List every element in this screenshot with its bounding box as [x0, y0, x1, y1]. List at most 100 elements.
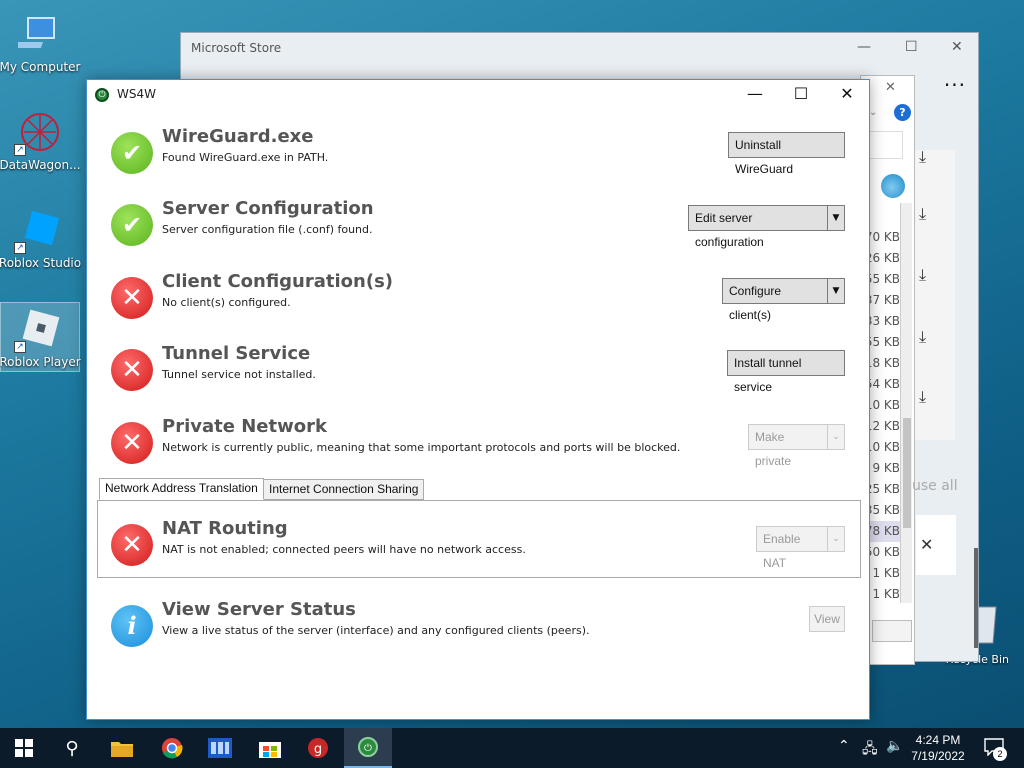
pause-all-label[interactable]: use all — [912, 478, 958, 494]
window-title: WS4W — [117, 87, 156, 101]
search-icon[interactable]: ⚲ — [48, 728, 96, 768]
row-description: NAT is not enabled; connected peers will… — [162, 543, 526, 556]
nat-routing-row: ✕ NAT Routing NAT is not enabled; connec… — [87, 518, 869, 578]
help-icon[interactable]: ? — [894, 104, 911, 121]
scrollbar-thumb[interactable] — [903, 418, 911, 528]
error-icon: ✕ — [111, 349, 153, 391]
download-icon[interactable]: ⤓ — [919, 265, 926, 285]
row-description: No client(s) configured. — [162, 296, 291, 309]
error-icon: ✕ — [111, 277, 153, 319]
maximize-icon[interactable]: ☐ — [779, 83, 823, 107]
roblox-player-icon: ↗ — [14, 307, 62, 353]
vertical-scrollbar[interactable] — [900, 203, 912, 603]
row-title: Private Network — [162, 416, 327, 437]
row-description: Found WireGuard.exe in PATH. — [162, 151, 329, 164]
chevron-down-icon[interactable]: ⌄ — [827, 526, 845, 552]
system-clock[interactable]: 4:24 PM 7/19/2022 — [902, 732, 974, 764]
chevron-down-icon[interactable]: ▼ — [827, 278, 845, 304]
tab-internet-connection-sharing[interactable]: Internet Connection Sharing — [263, 479, 425, 500]
roblox-studio-icon: ↗ — [14, 208, 62, 254]
dashboard-icon[interactable] — [196, 728, 244, 768]
chevron-down-icon[interactable]: ⌄ — [869, 107, 877, 118]
more-options-icon[interactable]: ··· — [944, 73, 966, 97]
close-icon[interactable]: ✕ — [885, 80, 896, 95]
ws4w-app-icon: ⏻ — [95, 88, 109, 102]
shell-icon — [881, 174, 905, 198]
check-icon: ✔ — [111, 132, 153, 174]
desktop-icon-my-computer[interactable]: My Computer — [0, 8, 80, 78]
uninstall-wireguard-button[interactable]: Uninstall WireGuard — [728, 132, 845, 176]
computer-icon — [10, 12, 62, 56]
row-title: WireGuard.exe — [162, 126, 314, 147]
close-icon[interactable]: ✕ — [825, 83, 869, 107]
view-server-status-row: i View Server Status View a live status … — [87, 599, 869, 659]
download-icon[interactable]: ⤓ — [919, 327, 926, 347]
chevron-up-icon[interactable]: ⌃ — [838, 738, 850, 754]
chevron-down-icon[interactable]: ⌄ — [827, 424, 845, 450]
taskbar: ⚲ g ⏻ ⌃ 🖧 🔈 4:24 PM 7/19/2022 2 — [0, 728, 1024, 768]
desktop-icon-label: DataWagon... — [0, 158, 81, 172]
notification-center-icon[interactable]: 2 — [984, 738, 1008, 761]
shortcut-arrow-icon: ↗ — [14, 341, 26, 353]
ws4w-window: ⏻ WS4W — ☐ ✕ ✔ WireGuard.exe Found WireG… — [86, 79, 870, 720]
row-title: Tunnel Service — [162, 343, 311, 364]
row-description: Server configuration file (.conf) found. — [162, 223, 373, 236]
svg-text:g: g — [314, 742, 322, 757]
view-button[interactable]: View — [809, 606, 845, 632]
desktop-icon-datawagon[interactable]: ↗ DataWagon... — [0, 106, 81, 176]
windows-icon — [15, 739, 33, 757]
maximize-icon[interactable]: ☐ — [905, 39, 918, 55]
store-window-title: Microsoft Store — [191, 41, 282, 55]
shortcut-arrow-icon: ↗ — [14, 144, 26, 156]
microsoft-store-icon[interactable] — [246, 728, 294, 768]
network-icon[interactable]: 🖧 — [862, 738, 878, 762]
scrollbar[interactable] — [974, 548, 978, 648]
download-icon[interactable]: ⤓ — [919, 147, 926, 167]
configure-clients-button[interactable]: Configure client(s) — [722, 278, 828, 322]
tunnel-service-row: ✕ Tunnel Service Tunnel service not inst… — [87, 343, 869, 403]
ws4w-taskbar-icon[interactable]: ⏻ — [344, 728, 392, 768]
edit-server-configuration-button[interactable]: Edit server configuration — [688, 205, 828, 249]
view-toggle[interactable] — [872, 620, 912, 642]
row-description: View a live status of the server (interf… — [162, 624, 590, 637]
chevron-down-icon[interactable]: ▼ — [827, 205, 845, 231]
start-button[interactable] — [0, 728, 48, 768]
row-description: Network is currently public, meaning tha… — [162, 441, 681, 454]
search-input[interactable] — [867, 131, 903, 159]
enable-nat-button[interactable]: Enable NAT — [756, 526, 828, 570]
tab-network-address-translation[interactable]: Network Address Translation — [99, 478, 264, 500]
datawagon-icon: ↗ — [14, 110, 62, 156]
row-title: View Server Status — [162, 599, 356, 620]
row-title: Server Configuration — [162, 198, 374, 219]
shortcut-arrow-icon: ↗ — [14, 242, 26, 254]
make-private-button[interactable]: Make private — [748, 424, 828, 468]
desktop-icon-roblox-studio[interactable]: ↗ Roblox Studio — [0, 204, 82, 274]
file-explorer-icon[interactable] — [98, 728, 146, 768]
chrome-icon[interactable] — [148, 728, 196, 768]
svg-text:⏻: ⏻ — [364, 743, 372, 754]
info-icon: i — [111, 605, 153, 647]
private-network-row: ✕ Private Network Network is currently p… — [87, 416, 869, 476]
red-app-icon[interactable]: g — [294, 728, 342, 768]
wireguard-row: ✔ WireGuard.exe Found WireGuard.exe in P… — [87, 126, 869, 186]
install-tunnel-service-button[interactable]: Install tunnel service — [727, 350, 845, 394]
client-configuration-row: ✕ Client Configuration(s) No client(s) c… — [87, 271, 869, 331]
title-bar[interactable]: ⏻ WS4W — ☐ ✕ — [87, 80, 869, 108]
row-title: Client Configuration(s) — [162, 271, 394, 292]
clock-time: 4:24 PM — [915, 733, 961, 747]
close-icon[interactable]: ✕ — [920, 535, 933, 554]
row-description: Tunnel service not installed. — [162, 368, 316, 381]
download-icon[interactable]: ⤓ — [919, 204, 926, 224]
desktop-icon-label: My Computer — [0, 60, 81, 74]
error-icon: ✕ — [111, 422, 153, 464]
clock-date: 7/19/2022 — [911, 749, 965, 763]
minimize-icon[interactable]: — — [733, 83, 777, 107]
notification-badge: 2 — [993, 747, 1007, 761]
row-title: NAT Routing — [162, 518, 288, 539]
download-icon[interactable]: ⤓ — [919, 387, 926, 407]
minimize-icon[interactable]: — — [857, 39, 871, 55]
desktop-icon-roblox-player[interactable]: ↗ Roblox Player — [0, 302, 81, 372]
volume-icon[interactable]: 🔈 — [886, 738, 903, 754]
desktop-icon-label: Roblox Studio — [0, 256, 82, 270]
close-icon[interactable]: ✕ — [951, 39, 963, 55]
